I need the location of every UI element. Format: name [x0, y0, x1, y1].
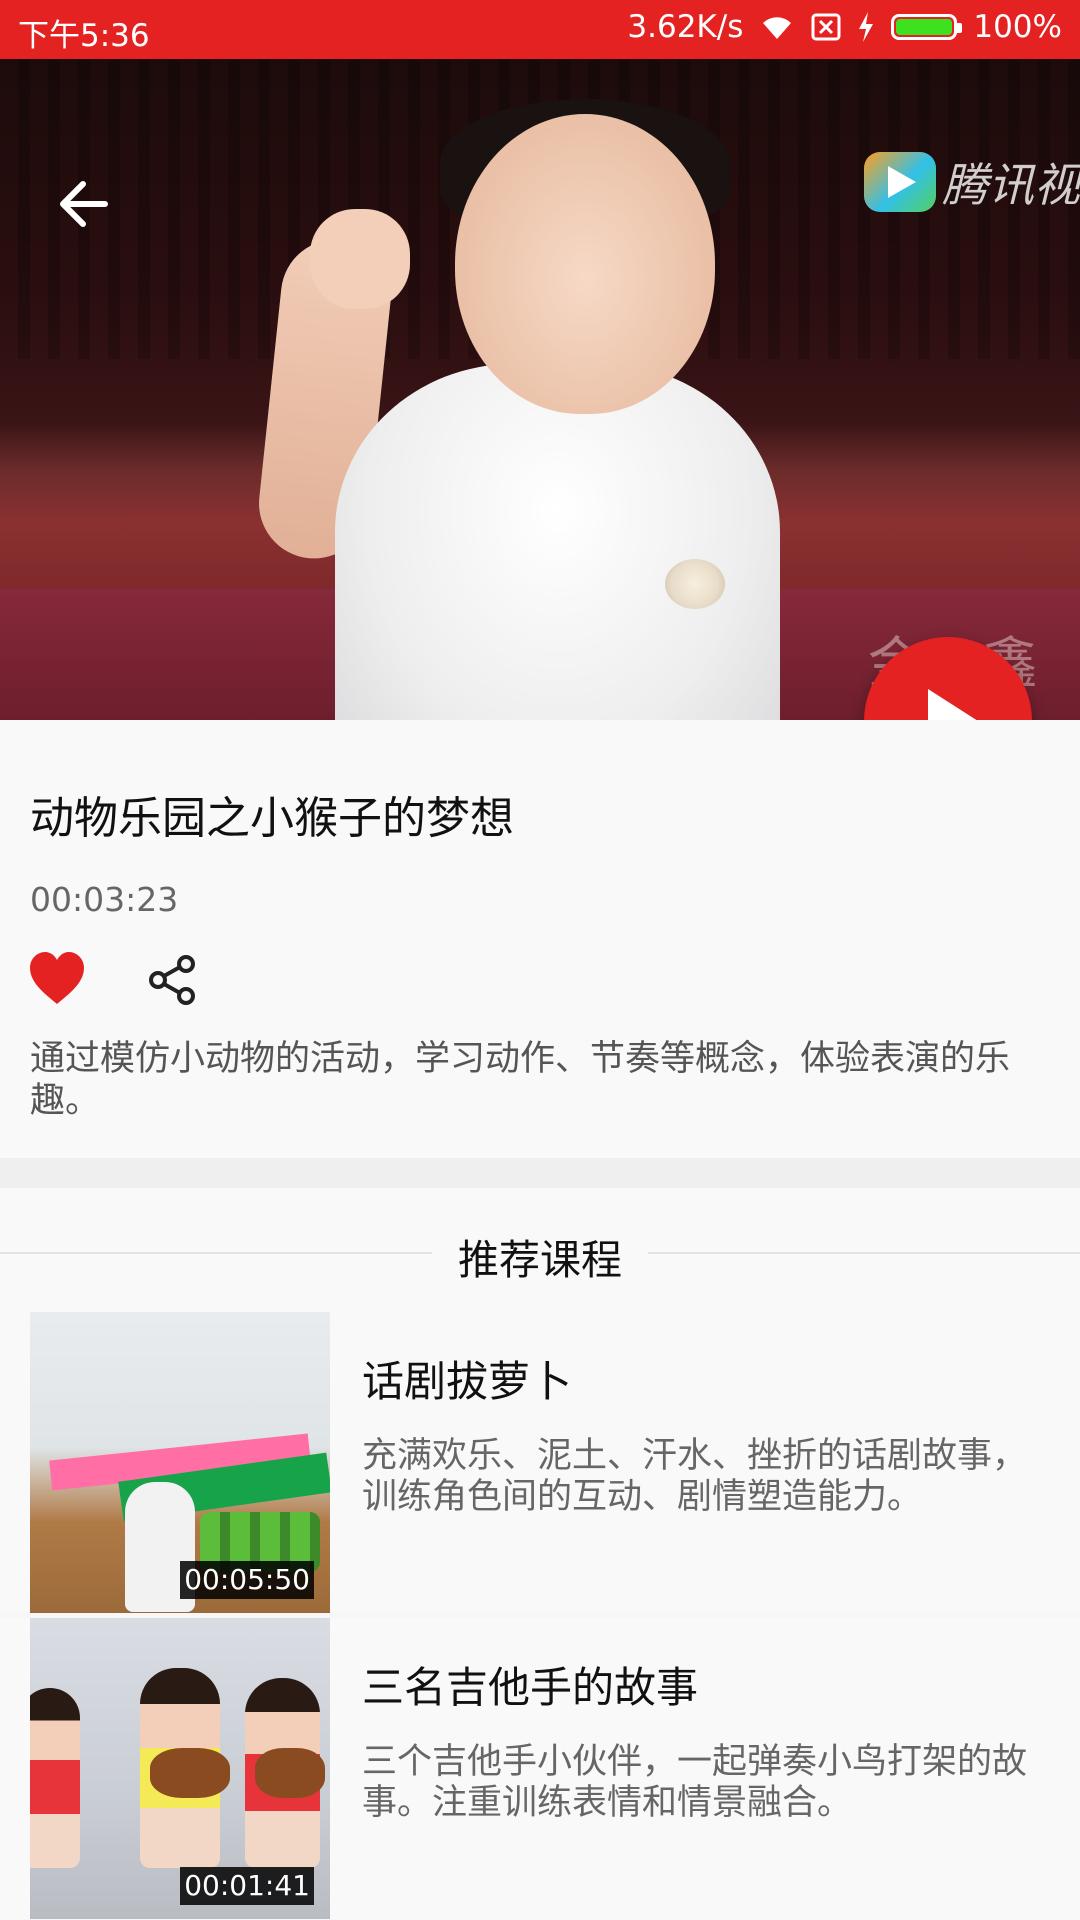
course-thumbnail: 00:05:50 [30, 1312, 330, 1613]
share-icon [149, 955, 195, 1005]
recommend-title: 推荐课程 [432, 1236, 648, 1284]
course-description: 三个吉他手小伙伴，一起弹奏小鸟打架的故事。注重训练表情和情景融合。 [362, 1742, 1028, 1823]
status-icons: 3.62K/s 100% [627, 9, 1062, 45]
arrow-left-icon [60, 181, 108, 227]
dress-flower [665, 559, 725, 609]
heart-icon [30, 952, 84, 1004]
course-description: 充满欢乐、泥土、汗水、挫折的话剧故事，训练角色间的互动、剧情塑造能力。 [362, 1436, 1028, 1517]
status-time: 下午5:36 [18, 18, 150, 54]
like-button[interactable] [28, 950, 86, 1006]
charging-icon [857, 12, 875, 42]
tencent-video-logo-icon [864, 152, 936, 212]
girl-dress [335, 364, 780, 720]
girl-face [455, 114, 715, 414]
course-thumbnail: 00:01:41 [30, 1618, 330, 1919]
no-sim-icon [811, 13, 841, 41]
share-button[interactable] [148, 954, 196, 1006]
course-title: 话剧拔萝卜 [362, 1357, 573, 1406]
network-speed: 3.62K/s [627, 9, 744, 45]
battery-icon [891, 14, 963, 40]
watermark-text: 腾讯视 [942, 158, 1080, 212]
brand-watermark: 腾讯视 [864, 149, 1080, 215]
video-description: 通过模仿小动物的活动，学习动作、节奏等概念，体验表演的乐趣。 [30, 1039, 1011, 1121]
girl-fist [310, 209, 410, 309]
battery-percent: 100% [973, 9, 1062, 45]
section-divider [0, 1158, 1080, 1188]
status-bar: 下午5:36 3.62K/s 100% [0, 0, 1080, 59]
video-duration: 00:03:23 [30, 880, 179, 919]
video-hero[interactable]: 腾讯视 金 鑫 视 [0, 59, 1080, 720]
course-item[interactable]: 00:05:50 话剧拔萝卜 充满欢乐、泥土、汗水、挫折的话剧故事，训练角色间的… [0, 1312, 1080, 1613]
back-button[interactable] [55, 174, 115, 234]
wifi-icon [759, 13, 795, 41]
course-duration: 00:05:50 [180, 1561, 314, 1599]
recommend-header: 推荐课程 [0, 1188, 1080, 1312]
video-info: 动物乐园之小猴子的梦想 00:03:23 通过模仿小动物的活动，学习动作、节奏等… [0, 720, 1080, 1158]
video-title: 动物乐园之小猴子的梦想 [30, 793, 514, 844]
course-title: 三名吉他手的故事 [362, 1663, 699, 1712]
course-duration: 00:01:41 [180, 1867, 314, 1905]
course-item[interactable]: 00:01:41 三名吉他手的故事 三个吉他手小伙伴，一起弹奏小鸟打架的故事。注… [0, 1618, 1080, 1919]
